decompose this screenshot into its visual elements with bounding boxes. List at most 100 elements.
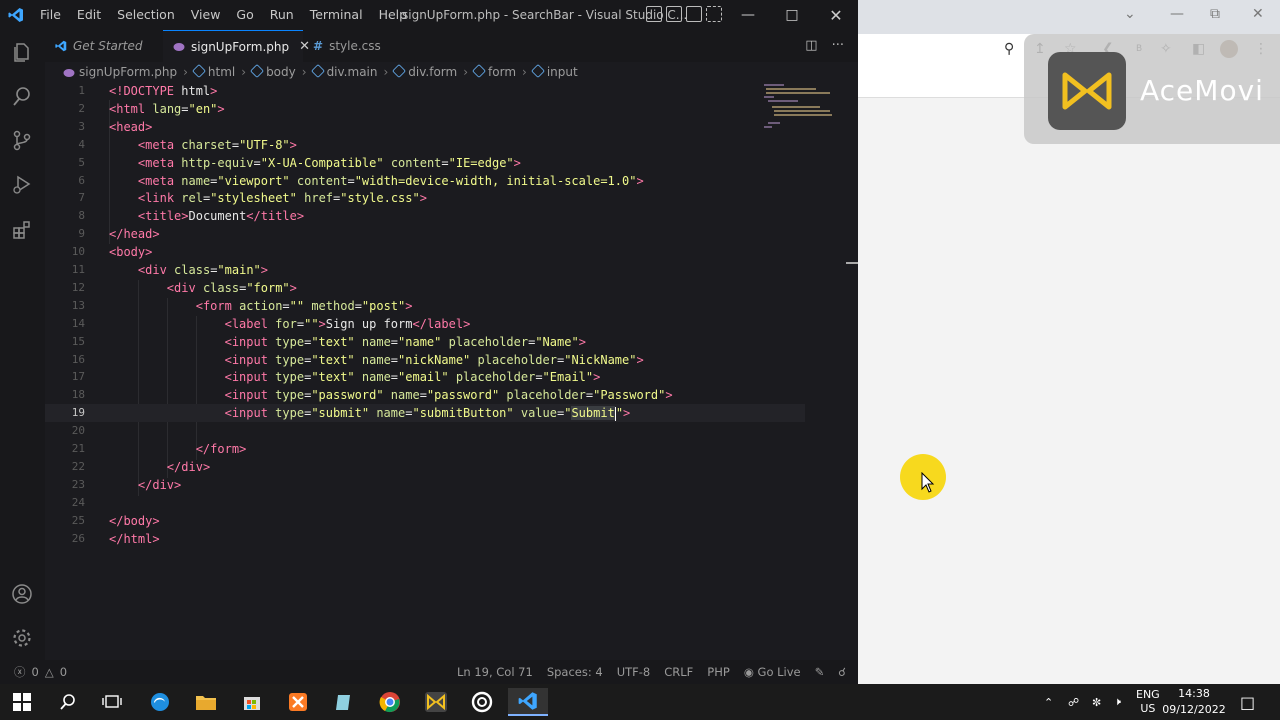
- xampp-icon[interactable]: [278, 688, 318, 716]
- maximize-button[interactable]: □: [770, 0, 814, 30]
- microsoft-store-icon[interactable]: [232, 688, 272, 716]
- explorer-icon[interactable]: [10, 40, 34, 64]
- toggle-panel-icon[interactable]: [666, 6, 682, 22]
- code-line[interactable]: 26 </html>: [45, 530, 805, 548]
- menu-view[interactable]: View: [183, 0, 229, 30]
- close-window-button[interactable]: ✕: [814, 0, 858, 30]
- toggle-secondary-sidebar-icon[interactable]: [686, 6, 702, 22]
- vscode-logo-icon[interactable]: [0, 0, 32, 30]
- menu-go[interactable]: Go: [228, 0, 261, 30]
- code-line[interactable]: 22 </div>: [45, 458, 805, 476]
- code-line[interactable]: 1 <!DOCTYPE html>: [45, 82, 805, 100]
- go-live-button[interactable]: ◉ Go Live: [744, 665, 801, 679]
- activity-bar: [0, 30, 45, 660]
- menu-file[interactable]: File: [32, 0, 69, 30]
- breadcrumb-item[interactable]: div.main: [310, 63, 377, 79]
- network-status-icon[interactable]: ☍: [1068, 684, 1079, 720]
- code-line[interactable]: 15 <input type="text" name="name" placeh…: [45, 333, 805, 351]
- browser-restore-button[interactable]: ⧉: [1210, 6, 1220, 22]
- windows-start-icon[interactable]: [2, 688, 42, 716]
- code-line[interactable]: 2 <html lang="en">: [45, 100, 805, 118]
- obs-app-icon[interactable]: [462, 688, 502, 716]
- code-line[interactable]: 12 <div class="form">: [45, 279, 805, 297]
- volume-icon[interactable]: 🕨: [1114, 684, 1121, 720]
- breadcrumb-item[interactable]: signUpForm.php: [63, 65, 177, 79]
- line-endings[interactable]: CRLF: [664, 665, 693, 679]
- taskbar-clock[interactable]: 14:38 09/12/2022: [1158, 686, 1230, 718]
- acemovi-taskbar-icon[interactable]: [416, 688, 456, 716]
- browser-minimize-button[interactable]: —: [1170, 6, 1184, 22]
- language-indicator[interactable]: ENG US: [1136, 684, 1160, 720]
- code-line[interactable]: 8 <title>Document</title>: [45, 207, 805, 225]
- breadcrumb-item[interactable]: input: [530, 63, 578, 79]
- more-actions-icon[interactable]: ···: [832, 38, 844, 53]
- breadcrumb-item[interactable]: body: [249, 63, 296, 79]
- accounts-icon[interactable]: [10, 582, 34, 606]
- file-explorer-icon[interactable]: [186, 688, 226, 716]
- breadcrumb-item[interactable]: form: [471, 63, 516, 79]
- code-line[interactable]: 16 <input type="text" name="nickName" pl…: [45, 351, 805, 369]
- code-line[interactable]: 5 <meta http-equiv="X-UA-Compatible" con…: [45, 154, 805, 172]
- edge-browser-icon[interactable]: [140, 688, 180, 716]
- code-line[interactable]: 10 <body>: [45, 243, 805, 261]
- chrome-icon[interactable]: [370, 688, 410, 716]
- source-control-icon[interactable]: [10, 128, 34, 152]
- extensions-icon[interactable]: [10, 218, 34, 242]
- search-icon[interactable]: [10, 84, 34, 108]
- browser-close-button[interactable]: ✕: [1252, 6, 1264, 22]
- indentation[interactable]: Spaces: 4: [547, 665, 603, 679]
- code-line[interactable]: 9 </head>: [45, 225, 805, 243]
- code-line[interactable]: 21 </form>: [45, 440, 805, 458]
- code-line[interactable]: 11 <div class="main">: [45, 261, 805, 279]
- cursor-position[interactable]: Ln 19, Col 71: [457, 665, 533, 679]
- language-mode[interactable]: PHP: [707, 665, 730, 679]
- notes-app-icon[interactable]: [324, 688, 364, 716]
- menu-selection[interactable]: Selection: [109, 0, 183, 30]
- code-line[interactable]: 14 <label for="">Sign up form</label>: [45, 315, 805, 333]
- menu-edit[interactable]: Edit: [69, 0, 109, 30]
- warnings-icon[interactable]: △: [45, 665, 54, 679]
- minimize-button[interactable]: —: [726, 0, 770, 30]
- customize-layout-icon[interactable]: [706, 6, 722, 22]
- notifications-icon[interactable]: ☌: [838, 665, 846, 679]
- code-line[interactable]: 24: [45, 494, 805, 512]
- errors-count[interactable]: 0: [32, 665, 39, 679]
- action-center-icon[interactable]: □: [1240, 684, 1255, 720]
- code-editor[interactable]: 1 <!DOCTYPE html> 2 <html lang="en"> 3 <head>…: [45, 82, 845, 660]
- tab-get-started[interactable]: Get Started: [45, 30, 163, 62]
- split-editor-icon[interactable]: ◫: [805, 38, 817, 53]
- task-view-icon[interactable]: [92, 688, 132, 716]
- feedback-icon[interactable]: ✎: [815, 665, 825, 679]
- minimap[interactable]: [760, 82, 846, 142]
- menu-terminal[interactable]: Terminal: [302, 0, 371, 30]
- wifi-icon[interactable]: ✼: [1092, 684, 1101, 720]
- show-hidden-icons-icon[interactable]: ⌃: [1044, 684, 1053, 720]
- run-debug-icon[interactable]: [10, 172, 34, 196]
- scrollbar-thumb[interactable]: [846, 262, 858, 264]
- warnings-count[interactable]: 0: [60, 665, 67, 679]
- settings-gear-icon[interactable]: [10, 626, 34, 650]
- code-line[interactable]: 19 <input type="submit" name="submitButt…: [45, 404, 805, 423]
- toggle-sidebar-icon[interactable]: [646, 6, 662, 22]
- breadcrumb-item[interactable]: html: [191, 63, 235, 79]
- tab-signupform-php[interactable]: signUpForm.php ✕: [163, 30, 310, 62]
- errors-icon[interactable]: ⓧ: [14, 664, 26, 680]
- tab-search-chevron-icon[interactable]: ⌄: [1124, 6, 1136, 22]
- code-line[interactable]: 18 <input type="password" name="password…: [45, 386, 805, 404]
- code-line[interactable]: 20: [45, 422, 805, 440]
- code-line[interactable]: 3 <head>: [45, 118, 805, 136]
- code-line[interactable]: 13 <form action="" method="post">: [45, 297, 805, 315]
- code-line[interactable]: 25 </body>: [45, 512, 805, 530]
- code-line[interactable]: 23 </div>: [45, 476, 805, 494]
- breadcrumb-item[interactable]: div.form: [392, 63, 457, 79]
- code-line[interactable]: 6 <meta name="viewport" content="width=d…: [45, 172, 805, 190]
- code-line[interactable]: 4 <meta charset="UTF-8">: [45, 136, 805, 154]
- code-line[interactable]: 7 <link rel="stylesheet" href="style.css…: [45, 189, 805, 207]
- code-line[interactable]: 17 <input type="text" name="email" place…: [45, 368, 805, 386]
- taskbar-search-icon[interactable]: [48, 688, 88, 716]
- vscode-taskbar-icon[interactable]: [508, 688, 548, 716]
- zoom-icon[interactable]: ⚲: [1004, 41, 1014, 57]
- tab-style-css[interactable]: # style.css: [303, 30, 389, 62]
- menu-run[interactable]: Run: [262, 0, 302, 30]
- encoding[interactable]: UTF-8: [617, 665, 651, 679]
